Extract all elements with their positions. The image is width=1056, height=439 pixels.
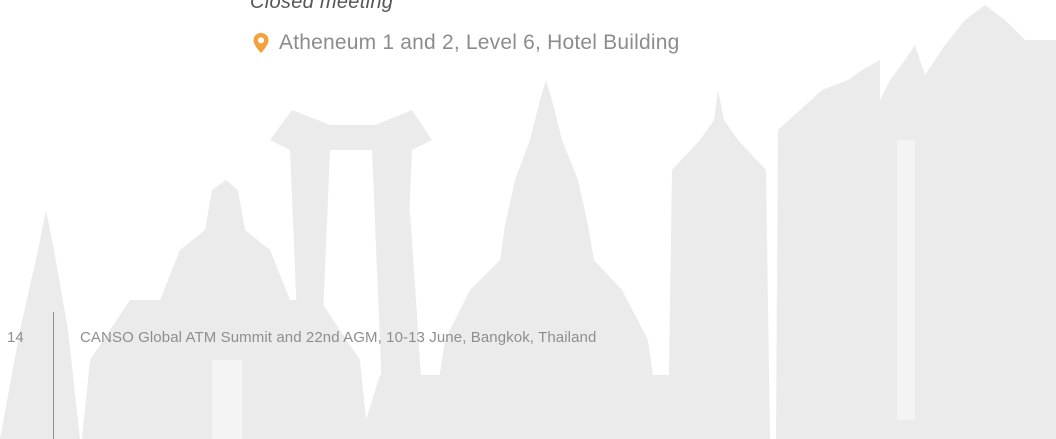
footer-title: CANSO Global ATM Summit and 22nd AGM, 10…	[80, 329, 597, 346]
page-number: 14	[7, 329, 24, 346]
map-pin-icon	[253, 33, 269, 53]
meeting-type: Closed meeting	[250, 0, 394, 13]
location-line: Atheneum 1 and 2, Level 6, Hotel Buildin…	[252, 31, 679, 55]
spire-left	[0, 210, 80, 439]
terrace	[360, 375, 700, 439]
location-text: Atheneum 1 and 2, Level 6, Hotel Buildin…	[279, 31, 680, 54]
mid-tower	[668, 90, 770, 439]
bangkok-skyline-illustration	[0, 5, 1056, 439]
footer-divider	[53, 312, 54, 439]
